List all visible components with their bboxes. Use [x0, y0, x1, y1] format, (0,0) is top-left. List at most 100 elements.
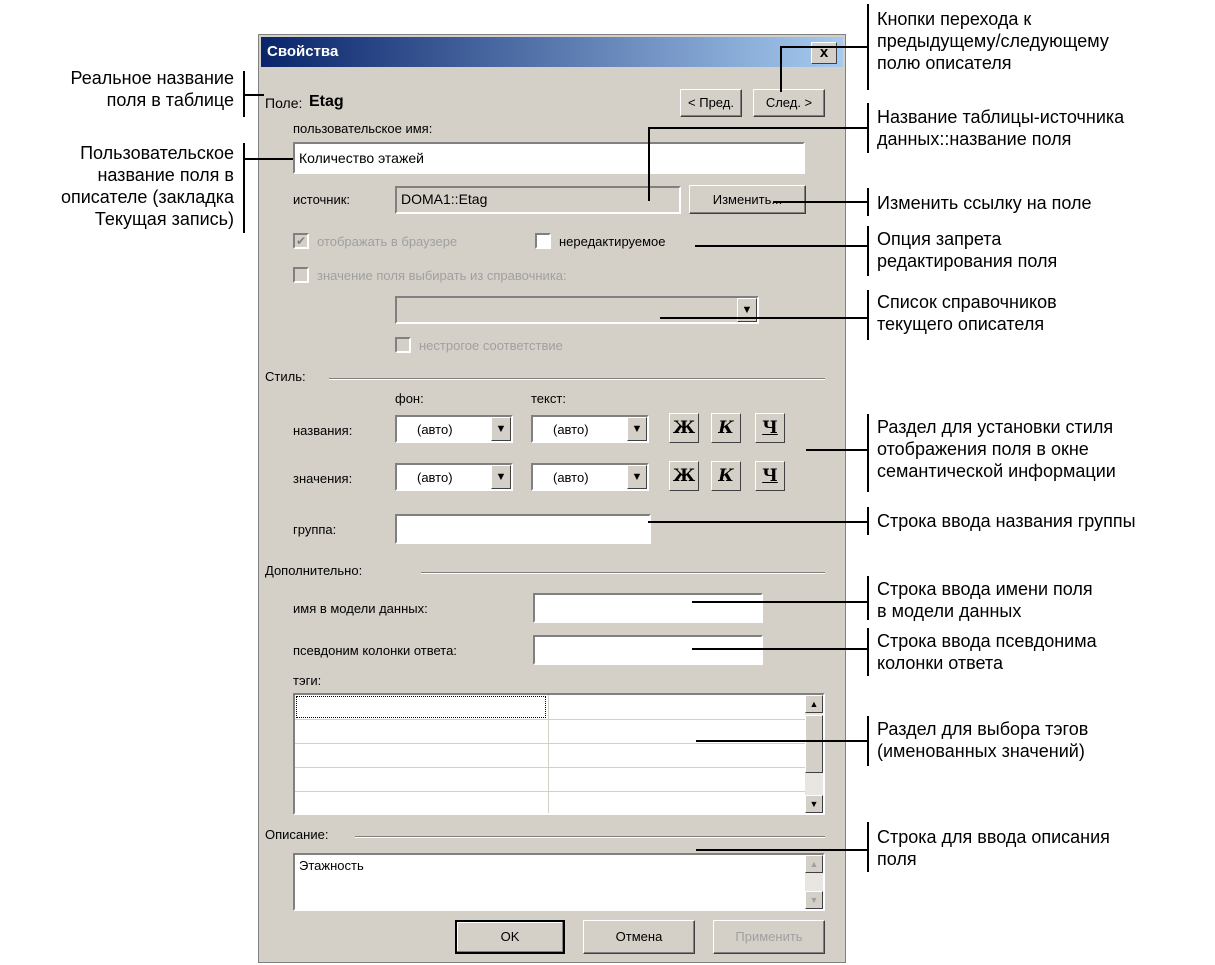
- alias-input[interactable]: [533, 635, 763, 665]
- additional-section-label: Дополнительно:: [265, 563, 363, 578]
- leader-line: [773, 201, 868, 203]
- style-section-label: Стиль:: [265, 369, 306, 384]
- group-label: группа:: [293, 522, 337, 537]
- chevron-down-icon[interactable]: ▼: [491, 465, 511, 489]
- annotation-line: название поля в: [97, 165, 234, 185]
- values-text-select[interactable]: (авто) ▼: [531, 463, 649, 491]
- leader-line: [660, 317, 868, 319]
- annotation-line: полю описателя: [877, 53, 1012, 73]
- annotation-line: описателе (закладка: [60, 187, 234, 207]
- alias-label: псевдоним колонки ответа:: [293, 643, 457, 658]
- non-editable-checkbox[interactable]: [535, 233, 551, 249]
- scroll-thumb[interactable]: [805, 715, 823, 773]
- annotation-description: Строка для ввода описания поля: [877, 826, 1110, 870]
- cancel-button[interactable]: Отмена: [583, 920, 695, 954]
- values-label: значения:: [293, 471, 353, 486]
- annotation-line: предыдущему/следующему: [877, 31, 1109, 51]
- tags-grid-focus-cell[interactable]: [296, 696, 546, 718]
- table-row: [295, 743, 805, 744]
- leader-line: [648, 127, 868, 129]
- loose-match-checkbox[interactable]: [395, 337, 411, 353]
- annotation-line: Пользовательское: [80, 143, 234, 163]
- table-row: [295, 791, 805, 792]
- annotation-real-name: Реальное название поля в таблице: [71, 67, 234, 111]
- dialog-title: Свойства: [267, 43, 339, 60]
- values-bg-value: (авто): [417, 470, 453, 485]
- annotation-alias: Строка ввода псевдонима колонки ответа: [877, 630, 1097, 674]
- names-text-select[interactable]: (авто) ▼: [531, 415, 649, 443]
- annotation-line: редактирования поля: [877, 251, 1058, 271]
- values-text-value: (авто): [553, 470, 589, 485]
- values-underline-button[interactable]: Ч: [755, 461, 785, 491]
- show-in-browser-checkbox[interactable]: ✔: [293, 233, 309, 249]
- annotation-line: поля в таблице: [106, 90, 234, 110]
- title-bar: Свойства x: [261, 37, 843, 67]
- description-input[interactable]: Этажность ▲ ▼: [293, 853, 825, 911]
- properties-dialog: Свойства x Поле: Etag < Пред. След. > по…: [258, 34, 846, 963]
- scroll-up-icon[interactable]: ▲: [805, 695, 823, 713]
- tags-scrollbar[interactable]: ▲ ▼: [805, 695, 823, 813]
- annotation-line: данных::название поля: [877, 129, 1072, 149]
- additional-divider: [421, 572, 825, 574]
- show-in-browser-label: отображать в браузере: [317, 234, 458, 249]
- user-name-input[interactable]: Количество этажей: [293, 142, 805, 174]
- table-row: [295, 767, 805, 768]
- values-bold-button[interactable]: Ж: [669, 461, 699, 491]
- change-button[interactable]: Изменить...: [689, 185, 806, 214]
- next-button[interactable]: След. >: [753, 89, 825, 117]
- group-input[interactable]: [395, 514, 651, 544]
- scroll-down-icon[interactable]: ▼: [805, 891, 823, 909]
- model-name-input[interactable]: [533, 593, 763, 623]
- leader-line: [780, 46, 782, 92]
- chevron-down-icon[interactable]: ▼: [627, 417, 647, 441]
- loose-match-label: нестрогое соответствие: [419, 338, 563, 353]
- leader-line: [696, 740, 868, 742]
- tags-grid[interactable]: ▲ ▼: [293, 693, 825, 815]
- annotation-line: семантической информации: [877, 461, 1116, 481]
- ok-button[interactable]: OK: [455, 920, 565, 954]
- annotation-no-edit: Опция запрета редактирования поля: [877, 228, 1057, 272]
- names-italic-button[interactable]: К: [711, 413, 741, 443]
- annotation-model-name: Строка ввода имени поля в модели данных: [877, 578, 1093, 622]
- values-italic-button[interactable]: К: [711, 461, 741, 491]
- apply-button[interactable]: Применить: [713, 920, 825, 954]
- scroll-down-icon[interactable]: ▼: [805, 795, 823, 813]
- bracket-line: [243, 143, 245, 233]
- names-label: названия:: [293, 423, 353, 438]
- field-name: Etag: [309, 93, 344, 110]
- tags-label: тэги:: [293, 673, 322, 688]
- annotation-line: Текущая запись): [94, 209, 234, 229]
- text-header: текст:: [531, 391, 566, 406]
- annotation-line: Изменить ссылку на поле: [877, 193, 1092, 213]
- annotation-line: Название таблицы-источника: [877, 107, 1125, 127]
- names-bold-button[interactable]: Ж: [669, 413, 699, 443]
- names-underline-button[interactable]: Ч: [755, 413, 785, 443]
- annotation-line: Раздел для установки стиля: [877, 417, 1114, 437]
- annotation-line: поля: [877, 849, 917, 869]
- names-bg-select[interactable]: (авто) ▼: [395, 415, 513, 443]
- model-name-label: имя в модели данных:: [293, 601, 428, 616]
- bracket-line: [867, 226, 869, 276]
- prev-button[interactable]: < Пред.: [680, 89, 742, 117]
- description-scrollbar[interactable]: ▲ ▼: [805, 855, 823, 909]
- annotation-tags: Раздел для выбора тэгов (именованных зна…: [877, 718, 1088, 762]
- values-bg-select[interactable]: (авто) ▼: [395, 463, 513, 491]
- source-label: источник:: [293, 192, 351, 207]
- bracket-line: [867, 290, 869, 340]
- annotation-group: Строка ввода названия группы: [877, 510, 1136, 532]
- chevron-down-icon[interactable]: ▼: [627, 465, 647, 489]
- chevron-down-icon[interactable]: ▼: [491, 417, 511, 441]
- annotation-line: отображения поля в окне: [877, 439, 1089, 459]
- annotation-line: текущего описателя: [877, 314, 1045, 334]
- directory-select[interactable]: ▼: [395, 296, 759, 324]
- annotation-line: Строка ввода псевдонима: [877, 631, 1097, 651]
- bracket-line: [867, 822, 869, 872]
- leader-line: [780, 46, 868, 48]
- scroll-up-icon[interactable]: ▲: [805, 855, 823, 873]
- leader-line: [243, 94, 264, 96]
- from-directory-checkbox[interactable]: [293, 267, 309, 283]
- leader-line: [692, 601, 868, 603]
- bracket-line: [867, 628, 869, 676]
- annotation-source-table: Название таблицы-источника данных::назва…: [877, 106, 1124, 150]
- description-section-label: Описание:: [265, 827, 329, 842]
